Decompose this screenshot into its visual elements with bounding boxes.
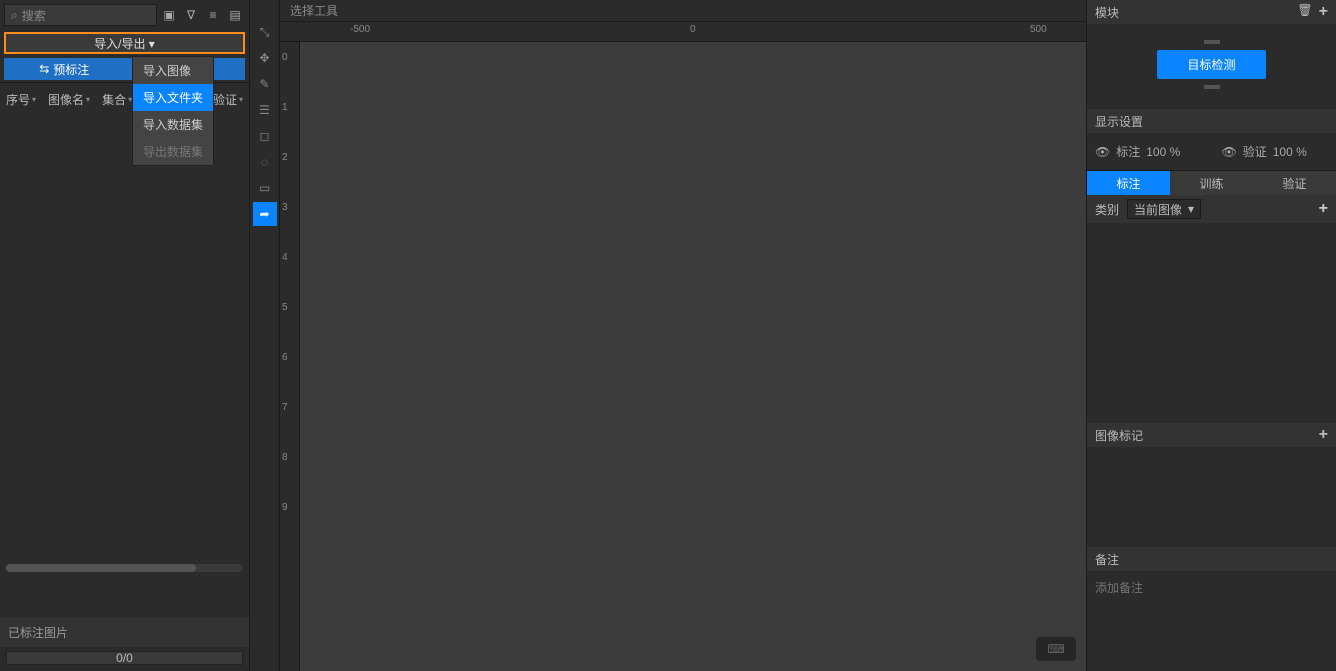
image-tag-add-icon[interactable]: + [1319, 426, 1328, 444]
display-label-toggle[interactable]: 👁 标注 100 % [1095, 143, 1202, 160]
eye-icon: 👁 [1095, 145, 1110, 159]
menu-import-folder[interactable]: 导入文件夹 [133, 84, 213, 111]
module-header: 模块 🗑 + [1087, 0, 1336, 24]
menu-import-image[interactable]: 导入图像 [133, 57, 213, 84]
filter-icon[interactable]: ∇ [181, 5, 201, 25]
remark-header: 备注 [1087, 547, 1336, 571]
import-export-dropdown: 导入图像 导入文件夹 导入数据集 导出数据集 [132, 56, 214, 166]
class-label: 类别 [1095, 201, 1119, 218]
display-settings-header: 显示设置 [1087, 109, 1336, 133]
eye-icon: 👁 [1222, 145, 1237, 159]
tab-train[interactable]: 训练 [1170, 171, 1253, 195]
module-object-detection[interactable]: 目标检测 [1157, 50, 1265, 79]
left-panel: ⌕ 搜索 ▣ ∇ ≡ ▤ 导入/导出 ▾ 导入图像 导入文件夹 导入数据集 导出… [0, 0, 250, 671]
search-input[interactable]: ⌕ 搜索 [4, 4, 157, 26]
tab-label[interactable]: 标注 [1087, 171, 1170, 195]
delete-icon[interactable]: 🗑 [1297, 3, 1312, 21]
image-tag-header: 图像标记 + [1087, 423, 1336, 447]
col-imagename[interactable]: 图像名▾ [42, 87, 96, 112]
person-tool-icon[interactable]: ☰ [253, 98, 277, 122]
pen-tool-icon[interactable]: ✎ [253, 72, 277, 96]
drag-handle-top[interactable] [1204, 40, 1220, 44]
remark-input[interactable] [1087, 571, 1336, 671]
display-verify-toggle[interactable]: 👁 验证 100 % [1222, 143, 1329, 160]
menu-import-dataset[interactable]: 导入数据集 [133, 111, 213, 138]
search-icon: ⌕ [11, 8, 18, 23]
ruler-vertical: 0 1 2 3 4 5 6 7 8 9 [280, 42, 300, 671]
canvas-viewport[interactable]: ⌨ [300, 42, 1086, 671]
import-export-button[interactable]: 导入/导出 ▾ 导入图像 导入文件夹 导入数据集 导出数据集 [4, 32, 245, 54]
tab-verify[interactable]: 验证 [1253, 171, 1336, 195]
chevron-down-icon: ▾ [1188, 202, 1194, 216]
arrows-icon: ⇆ [39, 62, 49, 76]
grid-icon[interactable]: ▤ [225, 5, 245, 25]
right-panel: 模块 🗑 + 目标检测 显示设置 👁 标注 100 % 👁 验证 100 % [1086, 0, 1336, 671]
keyboard-icon[interactable]: ⌨ [1036, 637, 1076, 661]
menu-export-dataset: 导出数据集 [133, 138, 213, 165]
left-scrollbar[interactable] [6, 564, 243, 572]
image-add-icon[interactable]: ▣ [159, 5, 179, 25]
eraser-tool-icon[interactable]: ◌ [253, 150, 277, 174]
ruler-horizontal: -500 0 500 [280, 22, 1086, 42]
move-tool-icon[interactable]: ✥ [253, 46, 277, 70]
export-tool-icon[interactable]: ➦ [253, 202, 277, 226]
shape-tool-icon[interactable]: ◻ [253, 124, 277, 148]
select-tool-icon[interactable]: ⤡ [253, 20, 277, 44]
class-add-icon[interactable]: + [1319, 200, 1328, 218]
search-placeholder: 搜索 [22, 7, 46, 24]
list-icon[interactable]: ≡ [203, 5, 223, 25]
tab-prelabel[interactable]: ⇆ 预标注 [4, 58, 125, 80]
count-bar: 0/0 [6, 651, 243, 665]
module-add-icon[interactable]: + [1319, 3, 1328, 21]
canvas-area: 选择工具 -500 0 500 0 1 2 3 4 5 6 7 8 9 ⌨ [280, 0, 1086, 671]
tool-column: ⤡ ✥ ✎ ☰ ◻ ◌ ▭ ➦ [250, 0, 280, 671]
col-index[interactable]: 序号▾ [0, 87, 42, 112]
marquee-tool-icon[interactable]: ▭ [253, 176, 277, 200]
drag-handle-bottom[interactable] [1204, 85, 1220, 89]
class-scope-dropdown[interactable]: 当前图像▾ [1127, 199, 1201, 219]
status-labeled: 已标注图片 [0, 618, 249, 647]
canvas-tool-label: 选择工具 [280, 0, 1086, 22]
